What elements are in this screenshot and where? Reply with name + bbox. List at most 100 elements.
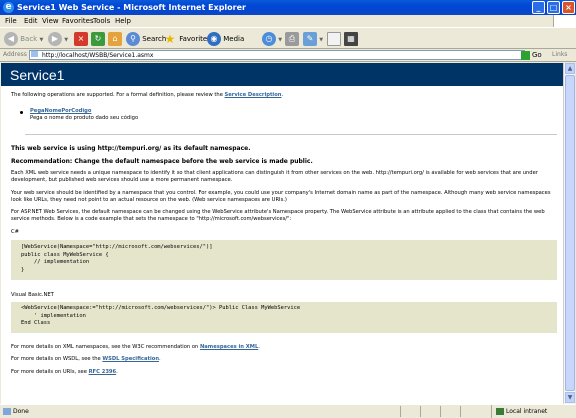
security-zone: Local intranet [491, 405, 576, 418]
menu-favorites[interactable]: Favorites [62, 15, 94, 27]
refresh-icon: ↻ [91, 32, 105, 46]
wsdl-specification-link[interactable]: WSDL Specification [102, 356, 159, 362]
stop-button[interactable]: × [74, 31, 88, 47]
go-button[interactable]: Go [521, 49, 542, 61]
home-button[interactable]: ⌂ [108, 31, 122, 47]
page-heading: Service1 [1, 63, 563, 86]
zone-label: Local intranet [506, 408, 548, 415]
intranet-icon [496, 408, 504, 415]
menu-view[interactable]: View [42, 15, 59, 27]
minimize-button[interactable]: _ [532, 1, 545, 14]
code-line: <WebService(Namespace:="http://microsoft… [21, 305, 301, 311]
back-arrow-icon: ◀ [4, 32, 18, 46]
code-line: // implementation [21, 259, 90, 266]
csharp-label: C# [11, 229, 19, 235]
favorites-button[interactable]: ★ Favorites [163, 31, 211, 47]
page-done-icon [3, 408, 11, 415]
vb-code-block: <WebService(Namespace:="http://microsoft… [11, 302, 557, 333]
ie-logo-icon: e [3, 2, 14, 13]
toolbar: ◀ Back ▼ ▶ ▼ × ↻ ⌂ ⚲ Search ★ Favorites … [0, 27, 576, 49]
history-button[interactable]: ◷ ▼ [262, 31, 282, 47]
namespaces-in-xml-link[interactable]: Namespaces in XML [200, 344, 258, 350]
history-icon: ◷ [262, 32, 276, 46]
edit-page-icon: ✎ [303, 32, 317, 46]
menu-tools[interactable]: Tools [93, 15, 110, 27]
search-button[interactable]: ⚲ Search [126, 31, 166, 47]
back-label: Back [20, 35, 38, 43]
code-line: End Class [21, 320, 51, 327]
uri-period: . [116, 369, 118, 375]
intro-paragraph: The following operations are supported. … [11, 92, 556, 99]
rfc-2396-link[interactable]: RFC 2396 [89, 369, 117, 375]
history-dropdown-icon[interactable]: ▼ [278, 37, 282, 43]
back-dropdown-icon[interactable]: ▼ [39, 37, 43, 43]
address-bar: Address http://localhost/WSBB/Service1.a… [0, 49, 576, 62]
wsdl-line: For more details on WSDL, see the WSDL S… [11, 356, 556, 363]
favorites-star-icon: ★ [164, 32, 176, 46]
intro-text: The following operations are supported. … [11, 92, 225, 98]
links-button[interactable]: Links [552, 49, 567, 61]
title-bar: e Service1 Web Service - Microsoft Inter… [0, 0, 576, 15]
operation-link[interactable]: PegaNomePorCodigo [30, 108, 91, 114]
address-label: Address [3, 51, 27, 58]
vertical-scrollbar[interactable]: ▲ ▼ [563, 63, 575, 404]
status-bar: Done Local intranet [0, 404, 576, 418]
bullet-icon [20, 111, 23, 114]
discuss-button[interactable] [327, 31, 341, 47]
messenger-button[interactable]: ▦ [344, 31, 358, 47]
media-label: Media [223, 35, 245, 43]
media-button[interactable]: ◉ Media [207, 31, 244, 47]
edit-button[interactable]: ✎ ▼ [303, 31, 323, 47]
scroll-up-arrow-icon[interactable]: ▲ [565, 63, 575, 74]
window-title: Service1 Web Service - Microsoft Interne… [17, 3, 246, 12]
edit-dropdown-icon[interactable]: ▼ [319, 37, 323, 43]
status-separator [440, 406, 441, 417]
status-separator [400, 406, 401, 417]
messenger-icon: ▦ [344, 32, 358, 46]
code-line: [WebService(Namespace="http://microsoft.… [21, 244, 213, 250]
menu-file[interactable]: File [5, 15, 17, 27]
scroll-down-arrow-icon[interactable]: ▼ [565, 392, 575, 403]
print-icon: ⎙ [285, 32, 299, 46]
print-button[interactable]: ⎙ [285, 31, 299, 47]
maximize-button[interactable]: □ [547, 1, 560, 14]
service-title: Service1 [10, 67, 65, 83]
divider [25, 134, 557, 135]
menu-edit[interactable]: Edit [24, 15, 38, 27]
media-icon: ◉ [207, 32, 221, 46]
forward-arrow-icon: ▶ [48, 32, 62, 46]
wsdl-period: . [159, 356, 161, 362]
csharp-code-block: [WebService(Namespace="http://microsoft.… [11, 240, 557, 280]
code-line: } [21, 266, 25, 273]
code-line: ' implementation [21, 312, 86, 319]
status-separator [460, 406, 461, 417]
service-description-link[interactable]: Service Description [225, 92, 282, 98]
go-arrow-icon [521, 50, 530, 60]
home-icon: ⌂ [108, 32, 122, 46]
refresh-button[interactable]: ↻ [91, 31, 105, 47]
forward-button[interactable]: ▶ ▼ [48, 31, 68, 47]
status-text: Done [13, 408, 29, 415]
xml-period: . [258, 344, 260, 350]
close-button[interactable]: × [562, 1, 575, 14]
discuss-icon [327, 32, 341, 46]
xml-text: For more details on XML namespaces, see … [11, 344, 200, 350]
vb-label: Visual Basic.NET [11, 292, 54, 298]
forward-dropdown-icon[interactable]: ▼ [64, 37, 68, 43]
page-icon [31, 51, 38, 57]
status-separator [420, 406, 421, 417]
operation-item: PegaNomePorCodigo Pega o nome do produto… [30, 108, 563, 122]
uri-text: For more details on URIs, see [11, 369, 89, 375]
namespace-warning: This web service is using http://tempuri… [11, 145, 251, 152]
back-button[interactable]: ◀ Back ▼ [4, 31, 43, 47]
code-line: public class MyWebService { [21, 251, 109, 258]
search-icon: ⚲ [126, 32, 140, 46]
scroll-thumb[interactable] [565, 75, 575, 391]
stop-icon: × [74, 32, 88, 46]
menu-help[interactable]: Help [115, 15, 131, 27]
paragraph-aspnet-namespace: For ASP.NET Web Services, the default na… [11, 209, 545, 222]
address-input[interactable]: http://localhost/WSBB/Service1.asmx [29, 50, 525, 60]
go-label: Go [532, 51, 542, 59]
operation-description: Pega o nome do produto dado seu código [30, 115, 139, 121]
windows-flag-icon [553, 15, 576, 27]
